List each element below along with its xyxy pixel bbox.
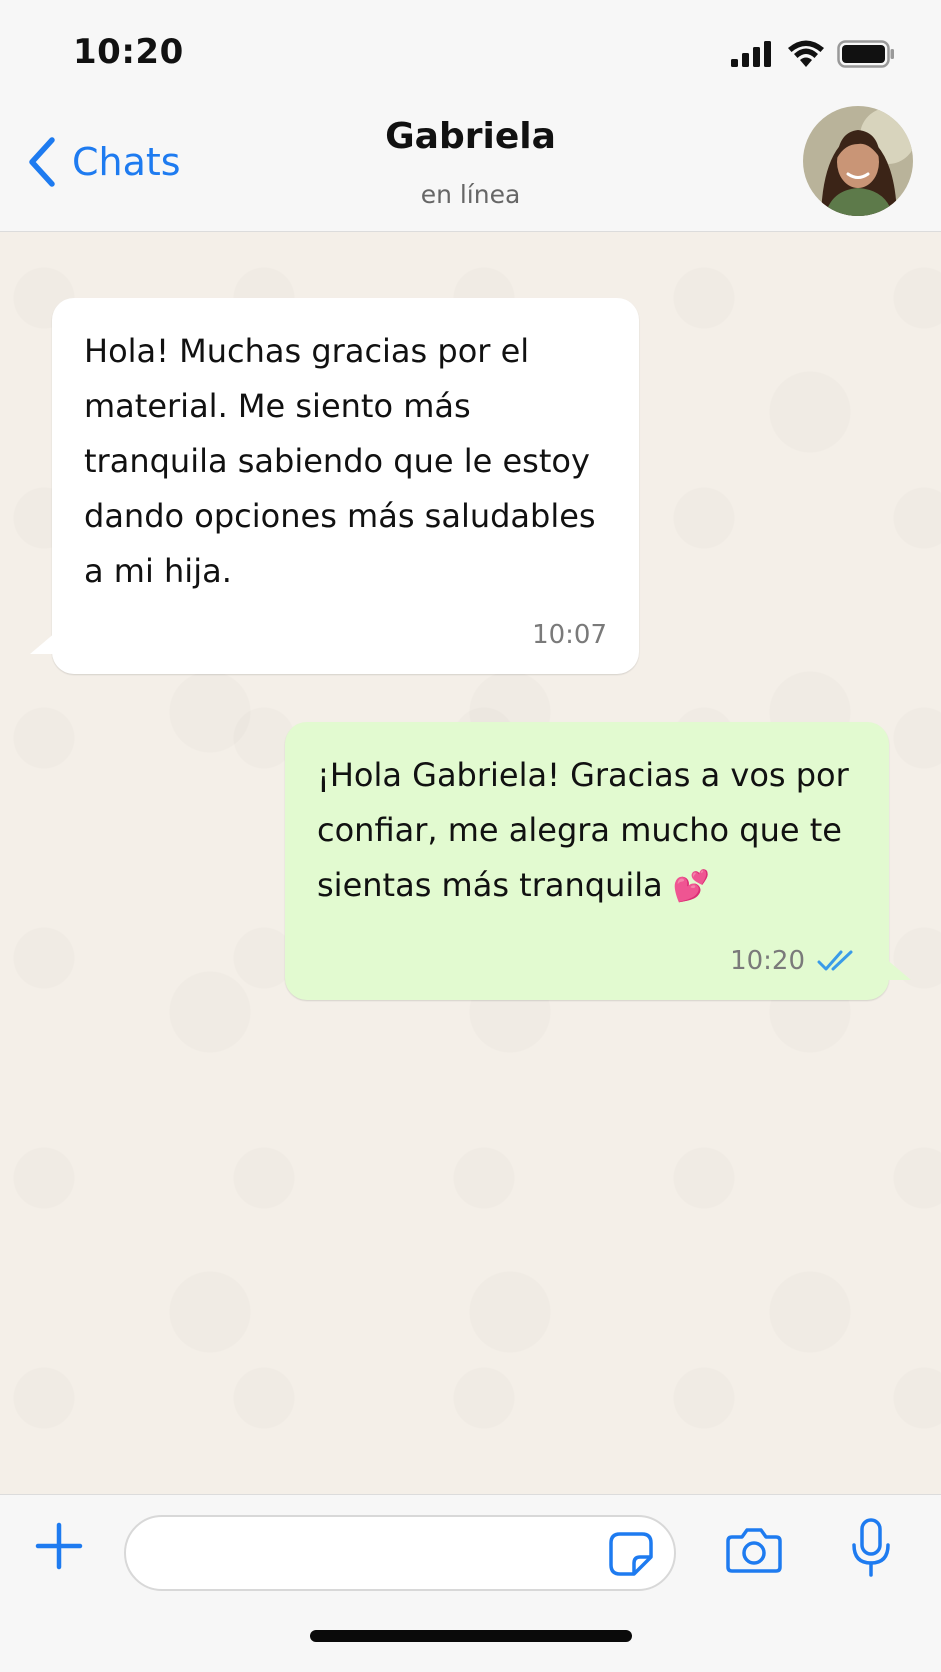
microphone-icon [852,1518,890,1577]
cellular-signal-icon [731,41,771,67]
message-meta: 10:20 [730,946,857,976]
avatar[interactable] [803,106,913,216]
double-check-read-icon [817,950,853,971]
message-input[interactable] [150,1525,600,1581]
status-bar: 10:20 [0,0,941,100]
message-text: Hola! Muchas gracias por el material. Me… [84,332,596,590]
microphone-button[interactable] [850,1517,892,1579]
chat-header: Chats Gabriela en línea [0,100,941,232]
bubble-tail [30,632,56,654]
sticker-button[interactable] [608,1531,654,1577]
incoming-message[interactable]: Hola! Muchas gracias por el material. Me… [30,298,639,674]
message-input-wrapper [124,1515,676,1591]
message-time: 10:07 [532,620,607,650]
bubble-tail [885,958,911,980]
composer-bar [0,1494,941,1672]
message-text: ¡Hola Gabriela! Gracias a vos por confia… [317,748,861,914]
add-attachment-button[interactable] [34,1521,84,1571]
battery-icon [837,40,894,68]
contact-name[interactable]: Gabriela [0,116,941,157]
plus-icon [35,1522,83,1570]
status-icons [731,40,895,68]
camera-icon [726,1528,782,1573]
status-time: 10:20 [73,32,184,72]
outgoing-message[interactable]: ¡Hola Gabriela! Gracias a vos por confia… [285,722,911,1000]
message-meta: 10:07 [532,620,607,650]
home-indicator[interactable] [310,1630,632,1642]
message-time: 10:20 [730,946,805,976]
two-hearts-emoji: 💕 [672,869,711,904]
avatar-photo [803,106,913,216]
chat-area[interactable]: Hola! Muchas gracias por el material. Me… [0,232,941,1494]
camera-button[interactable] [726,1525,782,1575]
contact-status: en línea [420,180,521,209]
message-text-body: ¡Hola Gabriela! Gracias a vos por confia… [317,756,849,904]
wifi-icon [788,40,824,67]
sticker-icon [609,1532,653,1576]
